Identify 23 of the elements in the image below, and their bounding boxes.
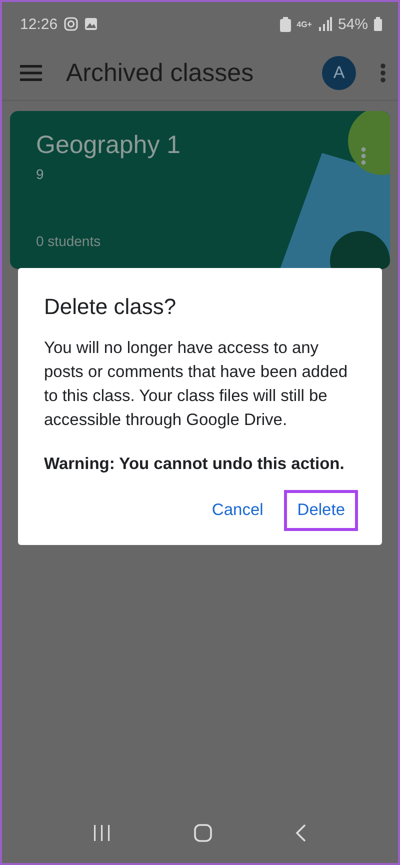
recent-apps-icon[interactable]	[93, 825, 112, 841]
image-icon	[84, 17, 98, 31]
class-card[interactable]: Geography 1 9 0 students	[10, 111, 390, 269]
class-section: 9	[36, 166, 364, 182]
network-type: 4G+	[296, 20, 312, 28]
account-avatar[interactable]: A	[322, 56, 356, 90]
menu-icon[interactable]	[20, 65, 42, 81]
back-icon[interactable]	[294, 824, 307, 842]
instagram-icon	[64, 17, 78, 31]
status-time: 12:26	[20, 16, 58, 32]
signal-icon	[318, 17, 332, 31]
page-title: Archived classes	[66, 58, 255, 88]
class-name: Geography 1	[36, 131, 182, 160]
dialog-warning: Warning: You cannot undo this action.	[44, 454, 346, 475]
more-options-icon[interactable]	[380, 63, 386, 83]
delete-button[interactable]: Delete	[284, 490, 358, 531]
dialog-title: Delete class?	[44, 294, 178, 320]
home-icon[interactable]	[194, 824, 212, 842]
student-count: 0 students	[36, 233, 102, 249]
dialog-message: You will no longer have access to any posts or comments that have been added to this class. Your class files will still be accessible through Google Drive.	[44, 338, 349, 431]
battery-icon	[374, 17, 382, 31]
cancel-button[interactable]: Cancel	[198, 490, 276, 531]
battery-percent: 54%	[338, 16, 368, 32]
